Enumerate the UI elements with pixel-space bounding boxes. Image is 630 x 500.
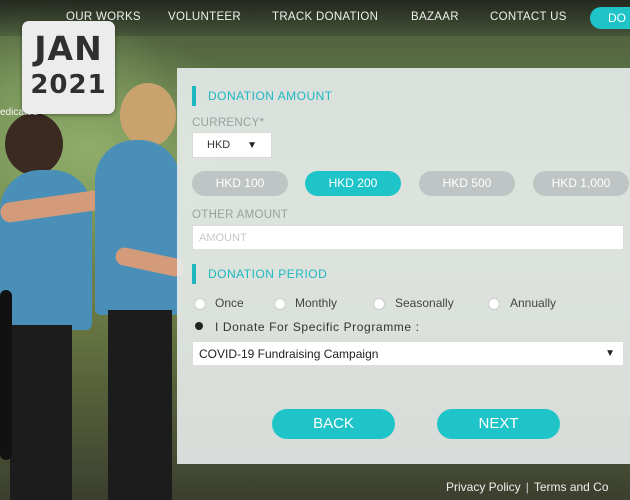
- radio-seasonally[interactable]: [373, 298, 385, 310]
- donation-amount-title: DONATION AMOUNT: [208, 89, 333, 103]
- privacy-policy-link[interactable]: Privacy Policy: [446, 480, 521, 494]
- caret-down-icon: ▼: [247, 140, 257, 151]
- programme-label: I Donate For Specific Programme :: [215, 320, 420, 334]
- section-accent-bar: [192, 264, 196, 284]
- date-year: 2021: [30, 70, 107, 100]
- programme-select[interactable]: COVID-19 Fundraising Campaign ▼: [192, 341, 624, 366]
- currency-value: HKD: [207, 139, 231, 151]
- footer-separator: |: [525, 480, 529, 494]
- date-month: JAN: [34, 29, 103, 68]
- amount-button-1000[interactable]: HKD 1,000: [533, 171, 629, 196]
- currency-label: CURRENCY*: [192, 117, 265, 129]
- caret-down-icon: ▼: [605, 348, 615, 359]
- other-amount-input[interactable]: AMOUNT: [192, 225, 624, 250]
- nav-track-donation[interactable]: TRACK DONATION: [272, 11, 378, 23]
- donation-period-title: DONATION PERIOD: [208, 267, 328, 281]
- nav-donate-button[interactable]: DO: [590, 7, 630, 29]
- footer-links: Privacy Policy | Terms and Co: [446, 480, 609, 494]
- amount-button-100[interactable]: HKD 100: [192, 171, 288, 196]
- radio-once[interactable]: [194, 298, 206, 310]
- donation-form-panel: DONATION AMOUNT CURRENCY* HKD ▼ HKD 100 …: [177, 68, 630, 464]
- terms-link[interactable]: Terms and Co: [534, 480, 609, 494]
- date-badge: JAN 2021: [22, 21, 115, 114]
- radio-annually[interactable]: [488, 298, 500, 310]
- back-button[interactable]: BACK: [272, 409, 395, 439]
- amount-button-500[interactable]: HKD 500: [419, 171, 515, 196]
- radio-once-label: Once: [215, 296, 244, 310]
- radio-annually-label: Annually: [510, 296, 557, 310]
- other-amount-label: OTHER AMOUNT: [192, 209, 289, 221]
- currency-select[interactable]: HKD ▼: [192, 132, 272, 158]
- nav-volunteer[interactable]: VOLUNTEER: [168, 11, 241, 23]
- programme-value: COVID-19 Fundraising Campaign: [199, 347, 379, 361]
- radio-programme-selected[interactable]: [195, 322, 203, 330]
- radio-monthly[interactable]: [274, 298, 286, 310]
- radio-seasonally-label: Seasonally: [395, 296, 454, 310]
- amount-button-200[interactable]: HKD 200: [305, 171, 401, 196]
- radio-monthly-label: Monthly: [295, 296, 338, 310]
- nav-contact-us[interactable]: CONTACT US: [490, 11, 567, 23]
- section-accent-bar: [192, 86, 196, 106]
- nav-bazaar[interactable]: BAZAAR: [411, 11, 459, 23]
- next-button[interactable]: NEXT: [437, 409, 560, 439]
